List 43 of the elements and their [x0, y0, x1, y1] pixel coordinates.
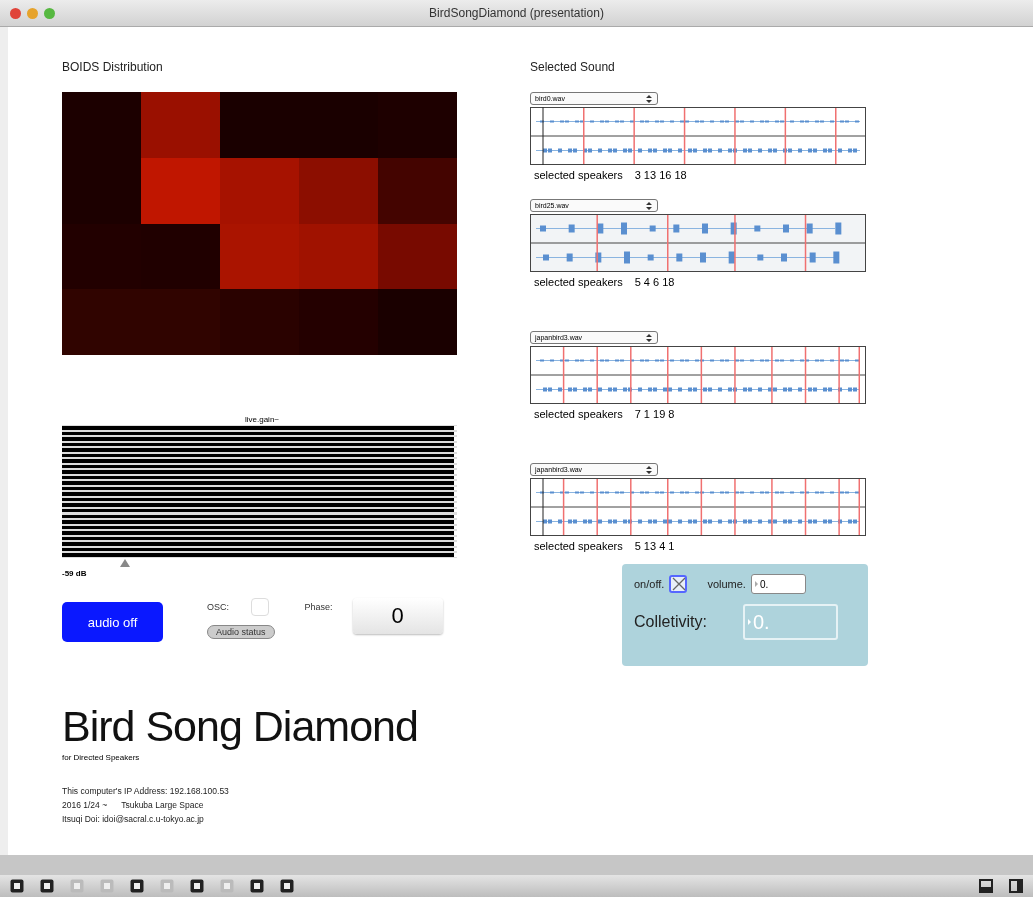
speakers-label: selected speakers: [534, 408, 623, 420]
layout-icon[interactable]: [1009, 879, 1023, 893]
toolbar-icon[interactable]: [250, 879, 264, 893]
gain-meter[interactable]: [62, 425, 457, 558]
audio-button[interactable]: audio off: [62, 602, 163, 642]
toolbar-icon[interactable]: [190, 879, 204, 893]
stepper-icon: [645, 332, 653, 343]
section-title: Selected Sound: [530, 60, 615, 76]
speakers-value: 7 1 19 8: [634, 408, 675, 420]
volume-field[interactable]: 0.: [750, 574, 806, 594]
speakers-label: selected speakers: [534, 540, 623, 552]
layout-icon[interactable]: [979, 879, 993, 893]
gain-reading: -59 dB: [62, 569, 87, 578]
info-line: 2016 1/24 ~ Tsukuba Large Space: [62, 800, 204, 810]
toolbar-icon[interactable]: [10, 879, 24, 893]
stepper-icon: [645, 464, 653, 475]
volume-label: volume.: [707, 578, 746, 590]
window-title: BirdSongDiamond (presentation): [429, 6, 604, 20]
speakers-value: 5 4 6 18: [634, 276, 675, 288]
stepper-icon: [645, 93, 653, 104]
onoff-checkbox[interactable]: [669, 575, 688, 593]
app-title: Bird Song Diamond: [62, 702, 418, 751]
close-button[interactable]: [10, 7, 21, 19]
speakers-value: 3 13 16 18: [634, 169, 687, 181]
speakers-label: selected speakers: [534, 276, 623, 288]
toolbar-icon[interactable]: [280, 879, 294, 893]
speakers-value: 5 13 4 1: [634, 540, 675, 552]
info-line: This computer's IP Address: 192.168.100.53: [62, 786, 229, 796]
osc-label: OSC:: [207, 602, 229, 612]
subtitle: for Directed Speakers: [62, 753, 140, 762]
osc-checkbox[interactable]: [251, 598, 269, 616]
toolbar-icon[interactable]: [40, 879, 54, 893]
toolbar-icon[interactable]: [130, 879, 144, 893]
info-line: Itsuqi Doi: idoi@sacral.c.u-tokyo.ac.jp: [62, 814, 204, 824]
meter-label: live.gain~: [245, 415, 279, 425]
phase-label: Phase:: [304, 602, 333, 612]
stepper-icon: [645, 200, 653, 211]
collectivity-label: Colletivity:: [634, 613, 707, 631]
phase-number-box[interactable]: 0: [352, 598, 443, 634]
speakers-label: selected speakers: [534, 169, 623, 181]
status-button[interactable]: Audio status: [207, 625, 275, 639]
section-title: BOIDS Distribution: [62, 60, 163, 76]
onoff-label: on/off.: [634, 578, 665, 590]
